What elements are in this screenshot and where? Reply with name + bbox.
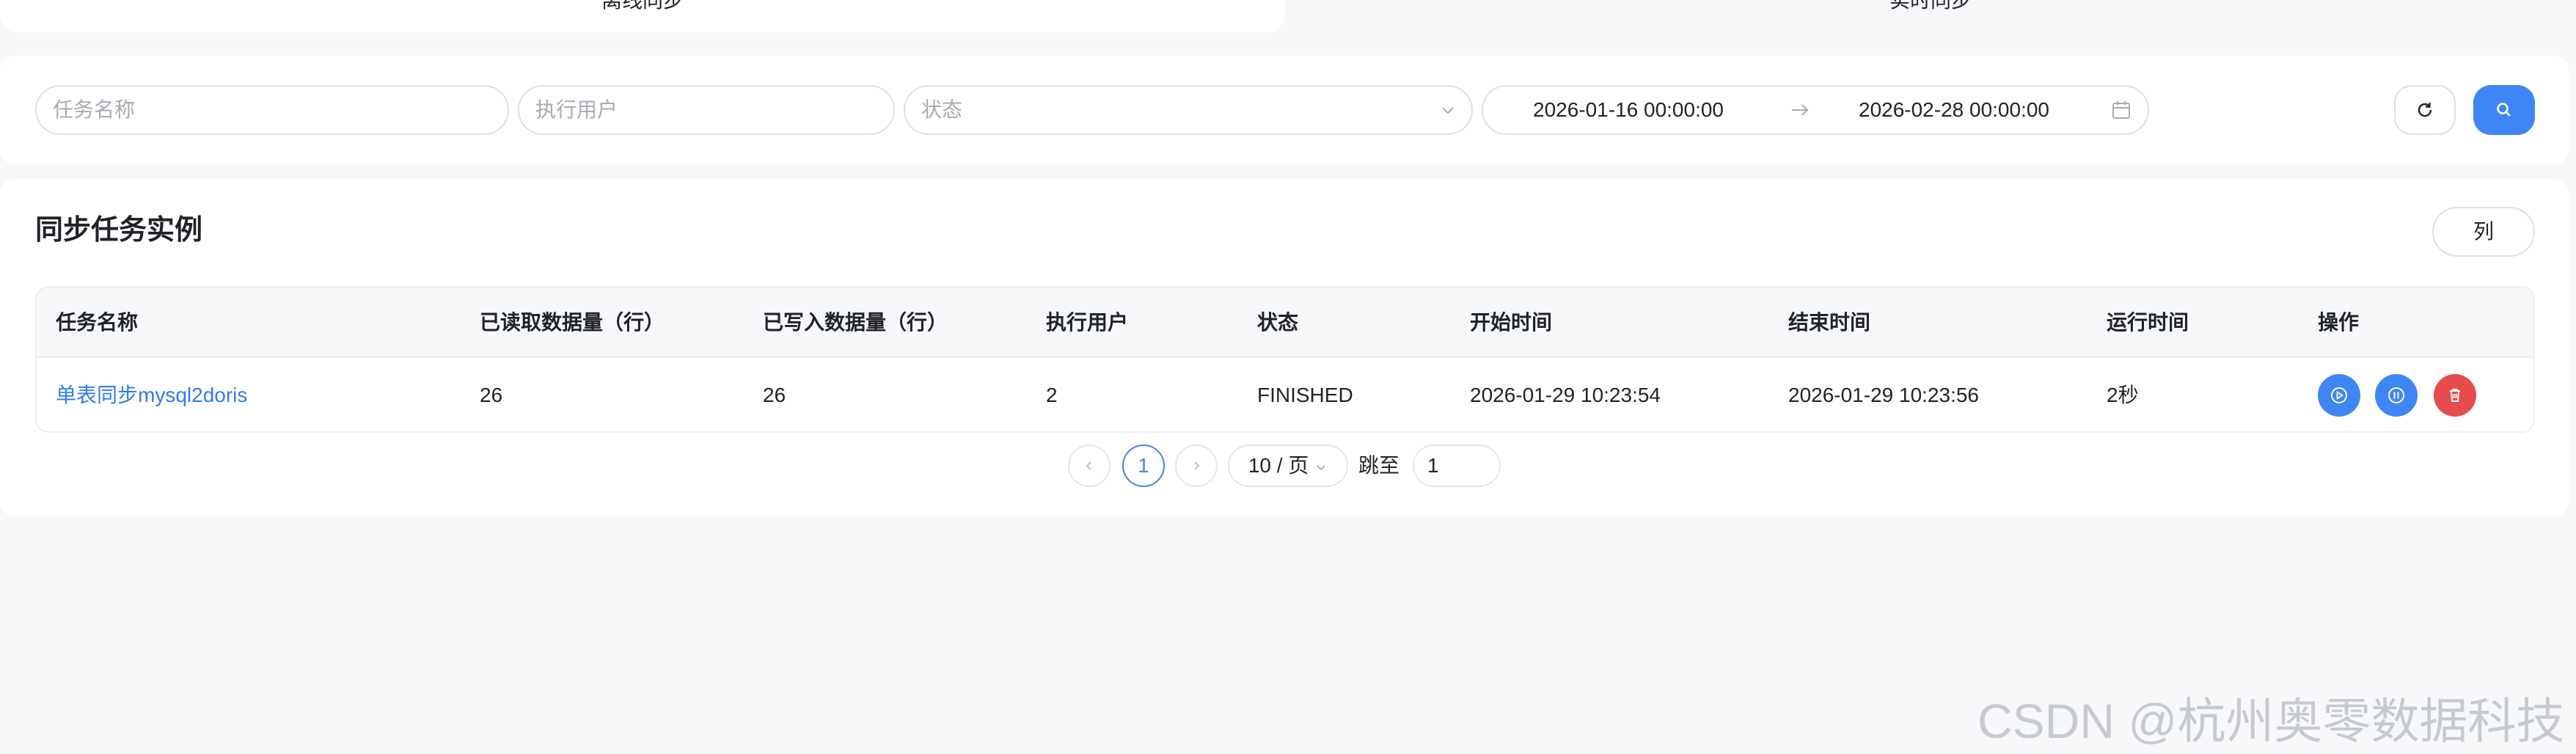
run-button[interactable] (2318, 374, 2360, 417)
table-header: 任务名称 已读取数据量（行） 已写入数据量（行） 执行用户 状态 开始时间 结束… (37, 288, 2533, 358)
start-time-cell: 2026-01-29 10:23:54 (1470, 384, 1661, 406)
user-field[interactable] (518, 85, 895, 135)
column-header-task-name: 任务名称 (56, 310, 139, 334)
date-start[interactable]: 2026-01-16 00:00:00 (1533, 87, 1724, 133)
tab-offline-sync[interactable]: 离线同步 (0, 0, 1285, 32)
duration-cell: 2秒 (2107, 384, 2139, 406)
status-cell: FINISHED (1257, 384, 1353, 406)
column-header-read-rows: 已读取数据量（行） (480, 310, 665, 334)
column-header-actions: 操作 (2318, 310, 2360, 334)
arrow-right-icon (1792, 104, 1809, 116)
pagination: 1 10 / 页 跳至 (0, 444, 2569, 487)
jump-to-input[interactable] (1427, 454, 1493, 477)
status-placeholder: 状态 (921, 98, 963, 121)
chevron-left-icon (1086, 461, 1091, 470)
delete-button[interactable] (2434, 374, 2476, 417)
page-size-select[interactable]: 10 / 页 (1228, 444, 1348, 487)
calendar-icon (2112, 101, 2130, 119)
tab-realtime-sync[interactable]: 实时同步 (1285, 0, 2576, 32)
tab-label: 实时同步 (1889, 0, 1972, 12)
column-header-start-time: 开始时间 (1470, 310, 1553, 334)
page-size-value: 10 / 页 (1248, 454, 1309, 477)
search-icon (2497, 103, 2511, 117)
refresh-icon (2418, 103, 2432, 117)
refresh-button[interactable] (2394, 85, 2456, 135)
jump-to-field[interactable] (1413, 444, 1501, 487)
column-header-status: 状态 (1257, 310, 1299, 334)
end-time-cell: 2026-01-29 10:23:56 (1788, 384, 1979, 406)
task-name-link[interactable]: 单表同步mysql2doris (56, 358, 247, 431)
column-header-end-time: 结束时间 (1788, 310, 1871, 334)
column-header-written-rows: 已写入数据量（行） (763, 310, 948, 334)
user-input[interactable] (535, 98, 893, 122)
trash-icon (2450, 389, 2460, 402)
play-circle-icon (2331, 387, 2347, 403)
date-range-picker[interactable]: 2026-01-16 00:00:00 2026-02-28 00:00:00 (1482, 85, 2149, 135)
chevron-right-icon (1194, 461, 1200, 470)
column-header-user: 执行用户 (1046, 310, 1129, 334)
column-header-duration: 运行时间 (2107, 310, 2189, 334)
watermark: CSDN @杭州奥零数据科技 (1977, 694, 2565, 748)
status-select[interactable]: 状态 (904, 85, 1473, 135)
columns-button[interactable]: 列 (2432, 207, 2535, 257)
search-button[interactable] (2473, 85, 2535, 135)
task-name-field[interactable] (35, 85, 509, 135)
read-rows-cell: 26 (480, 384, 503, 406)
sync-type-tabs: 离线同步 实时同步 (0, 0, 2576, 32)
task-name-input[interactable] (53, 98, 508, 122)
tab-label: 离线同步 (601, 0, 684, 12)
pause-circle-icon (2388, 387, 2404, 403)
task-instance-card: 同步任务实例 列 任务名称 已读取数据量（行） 已写入数据量（行） 执行用户 状… (0, 179, 2569, 516)
task-instance-table: 任务名称 已读取数据量（行） 已写入数据量（行） 执行用户 状态 开始时间 结束… (35, 286, 2535, 433)
chevron-down-icon (1317, 464, 1325, 471)
jump-label: 跳至 (1358, 453, 1400, 477)
page-title: 同步任务实例 (35, 213, 203, 246)
pause-button[interactable] (2375, 374, 2418, 417)
page: 离线同步 实时同步 状态 2026-01-16 00:00:00 2026-02… (0, 0, 2576, 754)
table-row: 单表同步mysql2doris 26 26 2 FINISHED 2026-01… (37, 358, 2533, 431)
date-end[interactable]: 2026-02-28 00:00:00 (1859, 87, 2049, 133)
next-page-button[interactable] (1175, 444, 1218, 487)
page-number-button[interactable]: 1 (1122, 444, 1165, 487)
filter-bar: 状态 2026-01-16 00:00:00 2026-02-28 00:00:… (0, 56, 2569, 164)
chevron-down-icon (1442, 107, 1454, 114)
user-cell: 2 (1046, 384, 1058, 406)
prev-page-button[interactable] (1068, 444, 1110, 487)
written-rows-cell: 26 (763, 384, 786, 406)
